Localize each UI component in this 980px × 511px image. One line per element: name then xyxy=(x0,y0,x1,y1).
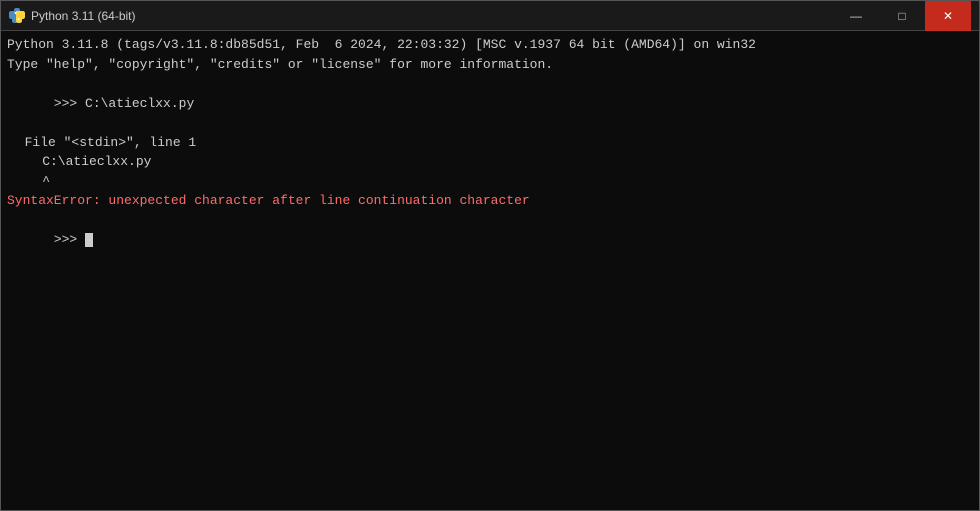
caret-line: ^ xyxy=(7,172,973,192)
python-icon xyxy=(9,8,25,24)
title-bar-left: Python 3.11 (64-bit) xyxy=(9,8,136,24)
terminal-cursor xyxy=(85,233,93,247)
prompt-symbol: >>> xyxy=(54,96,85,111)
info-line: Type "help", "copyright", "credits" or "… xyxy=(7,55,973,75)
file-line: File "<stdin>", line 1 xyxy=(7,133,973,153)
close-button[interactable]: ✕ xyxy=(925,1,971,31)
title-bar-controls: — □ ✕ xyxy=(833,1,971,31)
first-prompt-line: >>> C:\atieclxx.py xyxy=(7,74,973,133)
maximize-button[interactable]: □ xyxy=(879,1,925,31)
window: Python 3.11 (64-bit) — □ ✕ Python 3.11.8… xyxy=(0,0,980,511)
version-line: Python 3.11.8 (tags/v3.11.8:db85d51, Feb… xyxy=(7,35,973,55)
window-title: Python 3.11 (64-bit) xyxy=(31,9,136,23)
code-line: C:\atieclxx.py xyxy=(7,152,973,172)
terminal-body[interactable]: Python 3.11.8 (tags/v3.11.8:db85d51, Feb… xyxy=(1,31,979,510)
command-text: C:\atieclxx.py xyxy=(85,96,194,111)
title-bar: Python 3.11 (64-bit) — □ ✕ xyxy=(1,1,979,31)
continuation-prompt-symbol: >>> xyxy=(54,232,85,247)
continuation-prompt-line: >>> xyxy=(7,211,973,270)
minimize-button[interactable]: — xyxy=(833,1,879,31)
error-line: SyntaxError: unexpected character after … xyxy=(7,191,973,211)
